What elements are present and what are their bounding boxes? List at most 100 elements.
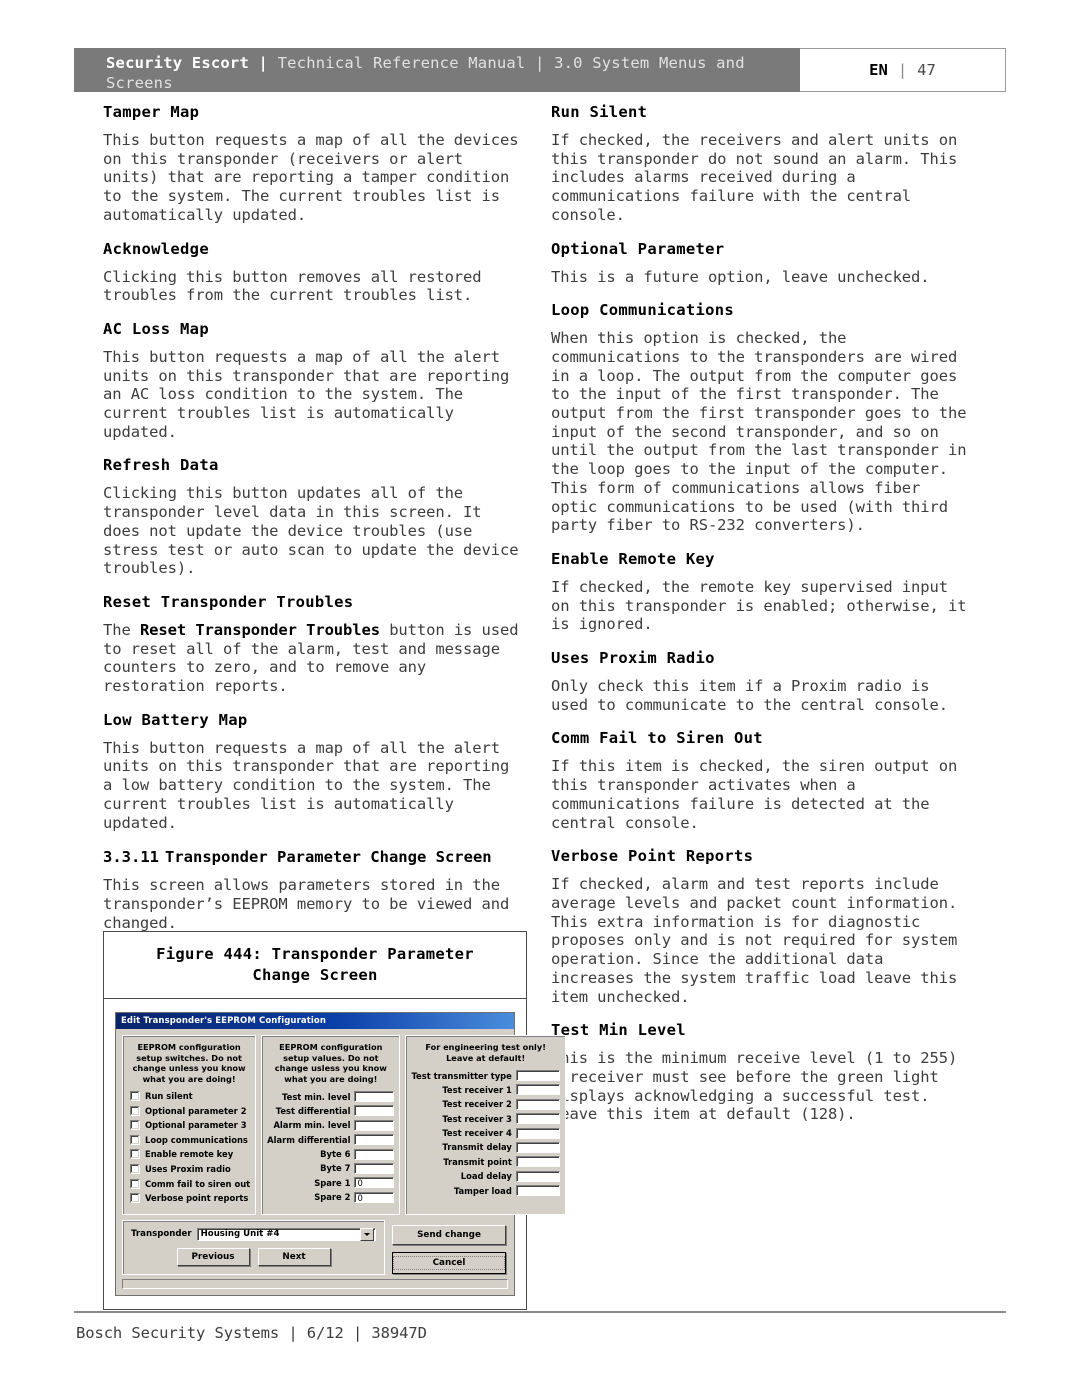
dialog-title-bar: Edit Transponder's EEPROM Configuration	[116, 1013, 514, 1029]
note-line: setup values. Do not	[283, 1052, 379, 1063]
field-input[interactable]	[354, 1091, 395, 1102]
checkbox-box-icon[interactable]	[130, 1163, 140, 1174]
checkbox-label: Optional parameter 3	[145, 1120, 247, 1131]
field-alarm-differential: Alarm differential	[267, 1134, 395, 1146]
heading-optional-parameter: Optional Parameter	[551, 239, 725, 258]
field-spare-1: Spare 10	[267, 1177, 395, 1189]
checkbox-label: Uses Proxim radio	[145, 1163, 231, 1174]
checkbox-uses-proxim-radio[interactable]: Uses Proxim radio	[130, 1163, 250, 1174]
field-input[interactable]	[354, 1119, 395, 1131]
checkbox-label: Loop communications	[145, 1134, 248, 1145]
checkbox-comm-fail-to-siren-out[interactable]: Comm fail to siren out	[130, 1178, 250, 1189]
figure-caption: Figure 444: Transponder Parameter Change…	[104, 932, 526, 999]
field-byte-6: Byte 6	[267, 1148, 395, 1160]
section-number: 3.3.11	[103, 848, 159, 867]
body-enable-remote-key: If checked, the remote key supervised in…	[551, 577, 967, 634]
field-input[interactable]: 0	[354, 1177, 395, 1189]
section-title: Transponder Parameter Change Screen	[165, 848, 492, 867]
body-3-3-11: This screen allows parameters stored in …	[103, 876, 510, 932]
heading-test-min-level: Test Min Level	[551, 1021, 686, 1040]
field-input[interactable]	[515, 1084, 560, 1096]
field-input[interactable]	[515, 1070, 560, 1081]
next-button[interactable]: Next	[257, 1247, 331, 1266]
field-test-receiver-2: Test receiver 2	[411, 1098, 560, 1110]
heading-run-silent: Run Silent	[551, 103, 648, 121]
transponder-select-value: Housing Unit #4	[200, 1229, 280, 1240]
field-input[interactable]	[354, 1134, 395, 1146]
field-input[interactable]	[515, 1141, 560, 1153]
body-uses-proxim-radio: Only check this item if a Proxim radio i…	[551, 677, 948, 714]
checkbox-box-icon[interactable]	[130, 1178, 140, 1189]
note-line: EEPROM configuration	[279, 1042, 383, 1052]
checkbox-enable-remote-key[interactable]: Enable remote key	[130, 1149, 250, 1160]
checkbox-run-silent[interactable]: Run silent	[130, 1091, 250, 1101]
figure-444: Figure 444: Transponder Parameter Change…	[103, 931, 566, 1310]
field-label: Test receiver 1	[442, 1084, 512, 1095]
body-low-battery-map: This button requests a map of all the al…	[103, 738, 510, 832]
dialog-bottom: Transponder Housing Unit #4 Previous Nex…	[122, 1219, 508, 1275]
checkbox-verbose-point-reports[interactable]: Verbose point reports	[130, 1193, 250, 1204]
field-input[interactable]	[354, 1162, 395, 1174]
transponder-select[interactable]: Housing Unit #4	[196, 1227, 376, 1241]
field-input[interactable]	[515, 1113, 560, 1125]
cancel-button[interactable]: Cancel	[392, 1251, 506, 1274]
heading-refresh-data: Refresh Data	[103, 456, 219, 475]
checkbox-loop-communications[interactable]: Loop communications	[130, 1134, 250, 1145]
note-line: change usless you know	[274, 1063, 387, 1073]
transponder-selection-group: Transponder Housing Unit #4 Previous Nex…	[122, 1219, 385, 1275]
field-alarm-min-level: Alarm min. level	[267, 1119, 395, 1131]
checkbox-box-icon[interactable]	[130, 1134, 140, 1145]
dialog-action-buttons: Send change Cancel	[390, 1220, 508, 1275]
field-label: Alarm differential	[267, 1134, 351, 1145]
field-input[interactable]	[515, 1170, 560, 1182]
send-change-button[interactable]: Send change	[392, 1224, 506, 1245]
cancel-button-label: Cancel	[393, 1255, 505, 1270]
header-page-sep: |	[897, 61, 908, 79]
panel-engineering-test: For engineering test only! Leave at defa…	[405, 1035, 566, 1215]
heading-ac-loss-map: AC Loss Map	[103, 319, 209, 338]
checkbox-box-icon[interactable]	[130, 1091, 140, 1101]
checkbox-box-icon[interactable]	[130, 1149, 140, 1160]
field-label: Test differential	[275, 1105, 351, 1116]
field-label: Spare 1	[314, 1177, 351, 1188]
checkbox-box-icon[interactable]	[130, 1120, 140, 1131]
field-input[interactable]	[515, 1185, 560, 1197]
panel-eeprom-switches: EEPROM configuration setup switches. Do …	[122, 1035, 257, 1215]
panel-engineering-note: For engineering test only! Leave at defa…	[411, 1042, 559, 1063]
footer-divider	[74, 1311, 1006, 1313]
dialog-body: EEPROM configuration setup switches. Do …	[116, 1029, 566, 1295]
header-manual: Technical Reference Manual	[277, 54, 526, 72]
note-line: what you are doing!	[284, 1073, 378, 1084]
field-input[interactable]	[515, 1127, 560, 1139]
field-label: Byte 7	[320, 1163, 351, 1174]
chevron-down-icon[interactable]	[360, 1227, 374, 1241]
field-input[interactable]	[354, 1105, 395, 1117]
figure-image: Edit Transponder's EEPROM Configuration …	[104, 999, 566, 1309]
field-input[interactable]: 0	[354, 1191, 395, 1203]
header-page-box: EN | 47	[800, 48, 1006, 92]
body-run-silent: If checked, the receivers and alert unit…	[551, 131, 958, 224]
previous-button[interactable]: Previous	[176, 1247, 250, 1266]
field-input[interactable]	[515, 1098, 560, 1110]
checkbox-label: Optional parameter 2	[145, 1105, 247, 1116]
heading-loop-communications: Loop Communications	[551, 301, 735, 320]
field-label: Byte 6	[320, 1149, 351, 1160]
heading-enable-remote-key: Enable Remote Key	[551, 549, 715, 568]
checkbox-box-icon[interactable]	[130, 1193, 140, 1204]
checkbox-box-icon[interactable]	[130, 1105, 140, 1116]
field-test-min-level: Test min. level	[267, 1091, 395, 1102]
heading-tamper-map: Tamper Map	[103, 103, 200, 121]
checkbox-optional-parameter-3[interactable]: Optional parameter 3	[130, 1120, 250, 1131]
field-label: Test receiver 4	[442, 1128, 512, 1139]
field-input[interactable]	[354, 1148, 395, 1160]
note-line: For engineering test only!	[425, 1042, 546, 1052]
field-test-receiver-3: Test receiver 3	[411, 1113, 560, 1125]
field-tamper-load: Tamper load	[411, 1185, 560, 1197]
heading-acknowledge: Acknowledge	[103, 239, 209, 258]
field-input[interactable]	[515, 1156, 560, 1168]
note-line: setup switches. Do not	[136, 1052, 242, 1063]
field-test-transmitter-type: Test transmitter type	[411, 1070, 560, 1081]
header-language: EN	[869, 61, 888, 79]
checkbox-optional-parameter-2[interactable]: Optional parameter 2	[130, 1105, 250, 1116]
body-reset-pre: The	[103, 620, 140, 639]
